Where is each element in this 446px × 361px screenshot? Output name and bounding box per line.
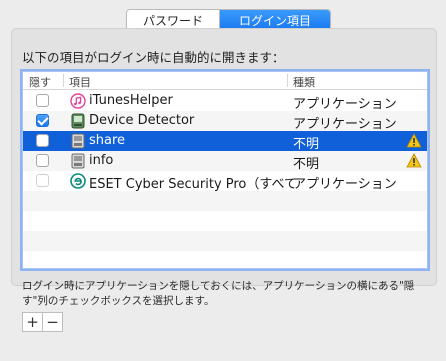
table-row[interactable]: info 不明 bbox=[23, 151, 427, 172]
hide-checkbox[interactable] bbox=[36, 94, 49, 107]
table-row[interactable]: iTunesHelper アプリケーション bbox=[23, 91, 427, 112]
app-generic-icon bbox=[70, 113, 86, 129]
table-header: 隠す 項目 種類 bbox=[23, 72, 427, 90]
login-items-table[interactable]: 隠す 項目 種類 iTunesHelper アプリケーション Device De… bbox=[22, 71, 428, 269]
item-name: share bbox=[89, 133, 126, 148]
column-header-hide[interactable]: 隠す bbox=[29, 74, 51, 90]
table-row[interactable]: Device Detector アプリケーション bbox=[23, 111, 427, 132]
hard-drive-icon bbox=[70, 133, 86, 149]
item-kind: アプリケーション bbox=[293, 177, 397, 192]
table-row[interactable]: ESET Cyber Security Pro（すべて アプリケーション bbox=[23, 171, 427, 192]
itunes-icon bbox=[70, 93, 86, 109]
add-remove-buttons: + − bbox=[22, 312, 63, 332]
hide-checkbox[interactable] bbox=[36, 134, 49, 147]
item-kind: 不明 bbox=[293, 157, 320, 172]
help-text: ログイン時にアプリケーションを隠しておくには、アプリケーションの横にある"隠す"… bbox=[22, 280, 415, 307]
empty-row bbox=[23, 251, 427, 268]
item-kind: アプリケーション bbox=[293, 97, 397, 112]
eset-icon bbox=[70, 173, 86, 189]
warning-icon bbox=[406, 133, 422, 148]
item-name: iTunesHelper bbox=[89, 93, 173, 108]
item-name: Device Detector bbox=[89, 113, 195, 128]
item-name: info bbox=[89, 153, 114, 168]
item-kind: アプリケーション bbox=[293, 117, 397, 132]
item-kind: 不明 bbox=[293, 137, 320, 152]
empty-row bbox=[23, 211, 427, 231]
description-label: 以下の項目がログイン時に自動的に開きます： bbox=[22, 50, 285, 65]
empty-row bbox=[23, 191, 427, 211]
hide-checkbox[interactable] bbox=[36, 154, 49, 167]
hide-checkbox[interactable] bbox=[36, 174, 49, 187]
hard-drive-icon bbox=[70, 153, 86, 169]
tab-passwords[interactable]: パスワード bbox=[127, 10, 220, 30]
add-button[interactable]: + bbox=[23, 313, 43, 331]
hide-checkbox[interactable] bbox=[36, 114, 49, 127]
warning-icon bbox=[406, 153, 422, 168]
table-row[interactable]: share 不明 bbox=[23, 131, 427, 152]
column-header-item[interactable]: 項目 bbox=[69, 74, 91, 90]
remove-button[interactable]: − bbox=[43, 313, 62, 331]
tab-login-items[interactable]: ログイン項目 bbox=[220, 10, 330, 30]
item-name: ESET Cyber Security Pro（すべて bbox=[89, 177, 297, 192]
column-header-kind[interactable]: 種類 bbox=[293, 74, 315, 90]
empty-row bbox=[23, 231, 427, 251]
